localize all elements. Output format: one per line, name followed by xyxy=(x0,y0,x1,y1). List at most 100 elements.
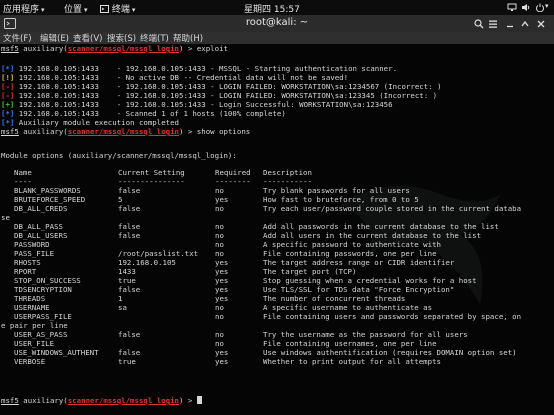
option-setting: false xyxy=(118,204,141,213)
text-cursor xyxy=(196,396,202,404)
option-name: THREADS xyxy=(14,294,46,303)
output-line: [-] 192.168.0.105:1433 - 192.168.0.105:1… xyxy=(1,91,437,100)
command-show-options: show options xyxy=(196,127,251,136)
menu-view[interactable]: 查看(V) xyxy=(73,32,102,44)
prompt-module-prefix: auxiliary( xyxy=(23,127,68,136)
network-icon[interactable] xyxy=(507,3,517,12)
prompt-module: scanner/mssql/mssql_login xyxy=(67,396,180,405)
output-line: [*] Auxiliary module execution completed xyxy=(1,118,179,127)
option-name: USERPASS_FILE xyxy=(14,312,72,321)
option-desc-wrap: e pair per line xyxy=(1,321,68,330)
status-marker: [-] xyxy=(1,91,15,100)
option-desc: Add all users in the current database to… xyxy=(263,231,482,240)
option-desc: The target address range or CIDR identif… xyxy=(263,258,455,267)
option-desc: How fast to bruteforce, from 0 to 5 xyxy=(263,195,419,204)
option-required: yes xyxy=(215,294,229,303)
option-required: yes xyxy=(215,285,229,294)
column-header: Required xyxy=(215,168,251,177)
output-line: [*] 192.168.0.105:1433 - 192.168.0.105:1… xyxy=(1,64,397,73)
output-text: 192.168.0.105:1433 - No active DB -- Cre… xyxy=(14,73,349,82)
output-line: [+] 192.168.0.105:1433 - 192.168.0.105:1… xyxy=(1,100,393,109)
minimize-icon[interactable] xyxy=(505,19,515,29)
option-name: TDSENCRYPTION xyxy=(14,285,72,294)
prompt-msf: msf5 xyxy=(1,396,19,405)
prompt-msf: msf5 xyxy=(1,44,19,53)
applications-menu[interactable]: 应用程序 ▾ xyxy=(3,2,45,15)
option-required: yes xyxy=(215,258,229,267)
terminal-output[interactable]: msf5 auxiliary(scanner/mssql/mssql_login… xyxy=(0,44,554,415)
terminal-small-icon xyxy=(100,5,109,13)
system-menu-caret-icon[interactable]: ▾ xyxy=(545,2,549,10)
option-required: no xyxy=(215,222,224,231)
terminal-app-label: 终端 xyxy=(111,5,130,15)
volume-icon[interactable] xyxy=(521,3,531,12)
output-line: [-] 192.168.0.105:1433 - 192.168.0.105:1… xyxy=(1,82,442,91)
option-desc: Try the username as the password for all… xyxy=(263,330,468,339)
menu-help[interactable]: 帮助(H) xyxy=(173,32,203,44)
output-text: 192.168.0.105:1433 - 192.168.0.105:1433 … xyxy=(14,100,393,109)
prompt-line-exploit: msf5 auxiliary(scanner/mssql/mssql_login… xyxy=(1,44,228,53)
option-name: BLANK_PASSWORDS xyxy=(14,186,81,195)
prompt-module-suffix: ) > xyxy=(179,396,197,405)
option-name: BRUTEFORCE_SPEED xyxy=(14,195,86,204)
search-icon[interactable] xyxy=(474,19,484,29)
window-title-bar[interactable]: root@kali: ~ xyxy=(0,15,554,32)
output-text: 192.168.0.105:1433 - 192.168.0.105:1433 … xyxy=(14,64,398,73)
column-separator: ---- xyxy=(14,177,32,186)
option-setting: sa xyxy=(118,303,127,312)
prompt-msf: msf5 xyxy=(1,127,19,136)
option-name: USERNAME xyxy=(14,303,50,312)
prompt-line-show-options: msf5 auxiliary(scanner/mssql/mssql_login… xyxy=(1,127,250,136)
option-name: DB_ALL_USERS xyxy=(14,231,68,240)
prompt-module-suffix: ) > xyxy=(179,127,197,136)
option-desc: The number of concurrent threads xyxy=(263,294,406,303)
option-desc: The target port (TCP) xyxy=(263,267,357,276)
column-header: Current Setting xyxy=(118,168,185,177)
option-desc: Stop guessing when a credential works fo… xyxy=(263,276,477,285)
option-name: DB_ALL_PASS xyxy=(14,222,63,231)
option-required: yes xyxy=(215,357,229,366)
menu-icon[interactable] xyxy=(488,19,498,29)
option-required: yes xyxy=(215,195,229,204)
option-setting: 1 xyxy=(118,294,123,303)
output-text: Auxiliary module execution completed xyxy=(14,118,179,127)
prompt-module-suffix: ) > xyxy=(179,44,197,53)
maximize-icon[interactable] xyxy=(520,19,530,29)
option-required: no xyxy=(215,303,224,312)
option-setting: false xyxy=(118,186,141,195)
clock[interactable]: 星期四 15:57 xyxy=(244,2,300,15)
power-icon[interactable] xyxy=(535,3,545,12)
option-required: no xyxy=(215,330,224,339)
option-setting: true xyxy=(118,276,136,285)
option-required: yes xyxy=(215,348,229,357)
column-header: Name xyxy=(14,168,32,177)
option-setting: /root/passlist.txt xyxy=(118,249,199,258)
option-setting: false xyxy=(118,330,141,339)
option-name: STOP_ON_SUCCESS xyxy=(14,276,81,285)
option-setting: false xyxy=(118,348,141,357)
option-desc: File containing passwords, one per line xyxy=(263,249,437,258)
status-marker: [+] xyxy=(1,100,15,109)
option-required: no xyxy=(215,204,224,213)
output-text: 192.168.0.105:1433 - 192.168.0.105:1433 … xyxy=(14,82,442,91)
option-setting: true xyxy=(118,357,136,366)
command-exploit: exploit xyxy=(196,44,228,53)
close-icon[interactable] xyxy=(536,19,546,29)
places-menu[interactable]: 位置 ▾ xyxy=(64,2,88,15)
option-desc: File containing users and passwords sepa… xyxy=(263,312,522,321)
option-desc: Try each user/password couple stored in … xyxy=(263,204,522,213)
option-name: USE_WINDOWS_AUTHENT xyxy=(14,348,99,357)
option-name: VERBOSE xyxy=(14,357,46,366)
option-required: yes xyxy=(215,276,229,285)
prompt-line-current[interactable]: msf5 auxiliary(scanner/mssql/mssql_login… xyxy=(1,396,202,405)
prompt-module: scanner/mssql/mssql_login xyxy=(67,127,180,136)
menu-terminal[interactable]: 终端(T) xyxy=(140,32,169,44)
terminal-app-menu[interactable]: 终端 ▾ xyxy=(100,2,135,15)
option-desc: A specific password to authenticate with xyxy=(263,240,441,249)
menu-search[interactable]: 搜索(S) xyxy=(107,32,136,44)
output-text: 192.168.0.105:1433 - Scanned 1 of 1 host… xyxy=(14,109,286,118)
menu-edit[interactable]: 编辑(E) xyxy=(40,32,69,44)
menu-file[interactable]: 文件(F) xyxy=(3,32,32,44)
places-label: 位置 xyxy=(64,5,83,15)
option-setting: 1433 xyxy=(118,267,136,276)
